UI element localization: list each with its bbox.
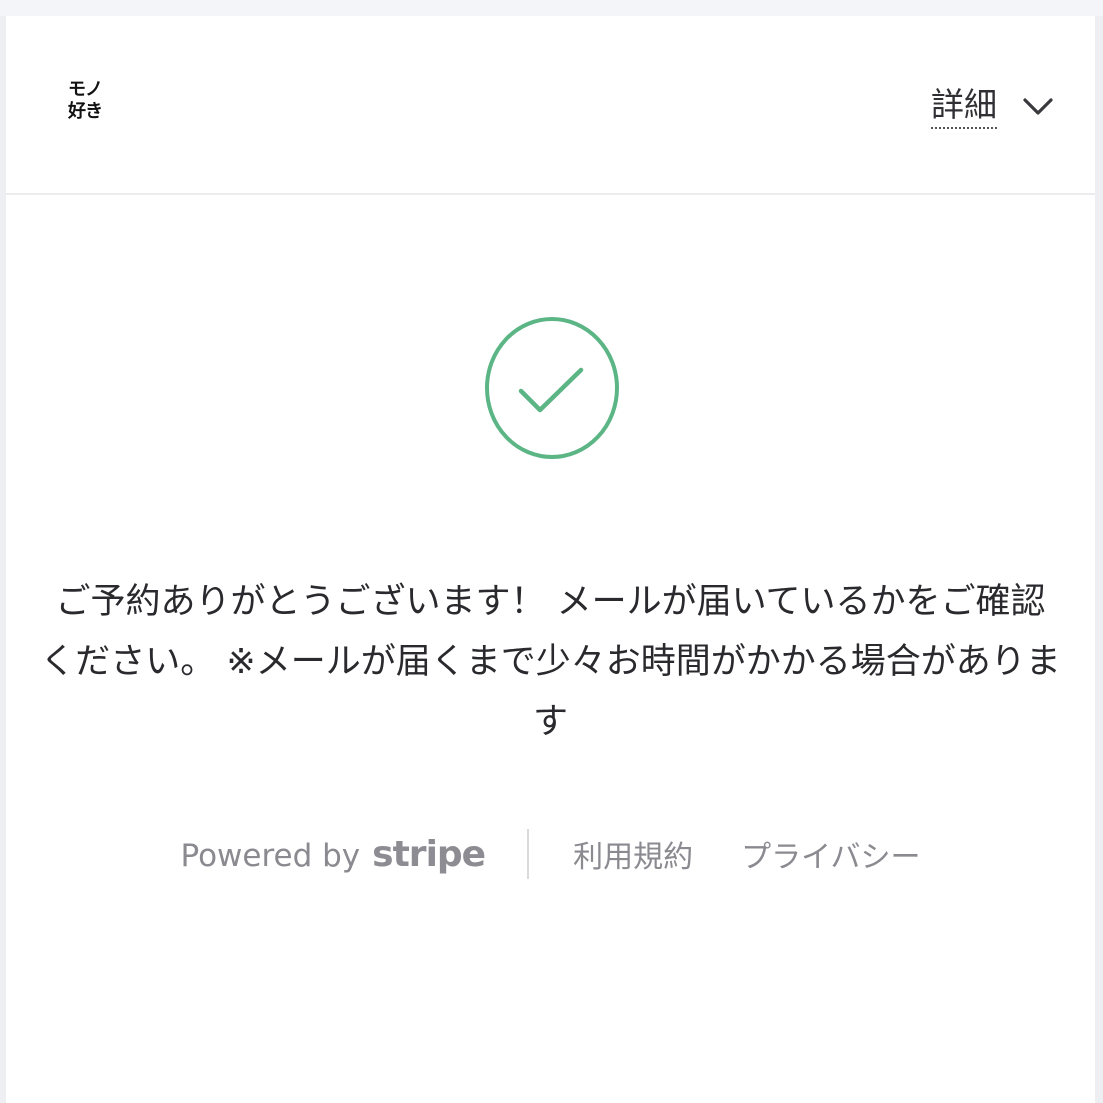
details-label: 詳細 [931, 85, 997, 129]
message-line-3: す [532, 702, 568, 742]
success-indicator [483, 316, 621, 460]
footer: Powered by stripe 利用規約 プライバシー [6, 826, 1095, 882]
confirmation-message: ご予約ありがとうございます！ メールが届いているかをご確認 ください。 ※メール… [6, 572, 1095, 752]
brand-logo-line2: 好き [68, 101, 103, 122]
brand-logo-line1: モノ [68, 79, 103, 100]
stripe-logo: stripe [372, 833, 486, 875]
footer-divider [527, 829, 530, 879]
privacy-link[interactable]: プライバシー [741, 832, 920, 876]
details-toggle[interactable]: 詳細 [931, 82, 1055, 132]
powered-by-text: Powered by [180, 837, 361, 874]
message-line-2: ください。 ※メールが届くまで少々お時間がかかる場合がありま [40, 642, 1061, 682]
header: モノ 好き 詳細 [6, 16, 1095, 195]
message-line-1: ご予約ありがとうございます！ メールが届いているかをご確認 [55, 582, 1046, 622]
terms-link[interactable]: 利用規約 [573, 832, 693, 876]
powered-by-stripe-link[interactable]: Powered by stripe [180, 833, 486, 875]
checkout-card: モノ 好き 詳細 ご予約ありがとうございます！ メールが届いているかをご確認 く… [6, 16, 1095, 1103]
checkmark-circle-icon [485, 317, 619, 459]
brand-logo: モノ 好き [68, 80, 118, 132]
chevron-down-icon [1023, 98, 1053, 115]
top-strip [0, 0, 1103, 16]
